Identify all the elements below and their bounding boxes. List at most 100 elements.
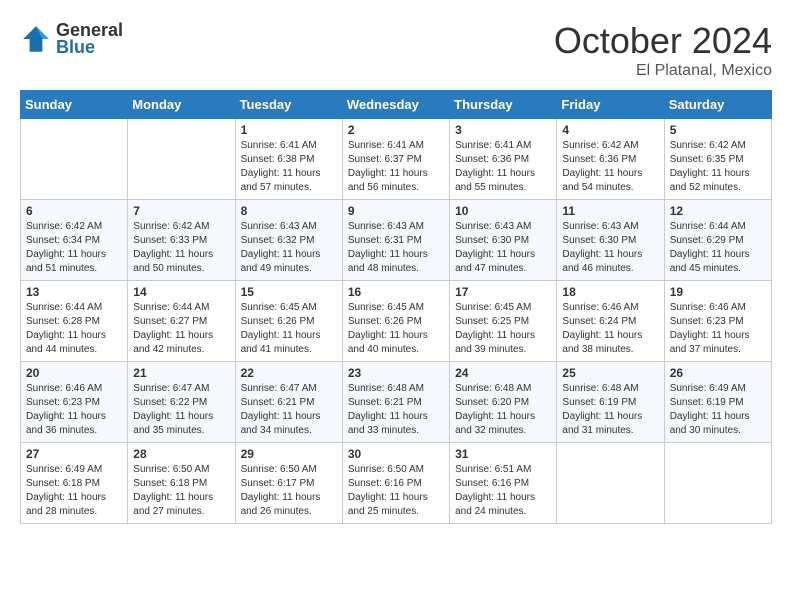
day-info: Sunrise: 6:43 AMSunset: 6:30 PMDaylight:… — [455, 220, 551, 276]
week-row-5: 27 Sunrise: 6:49 AMSunset: 6:18 PMDayligh… — [21, 443, 772, 524]
day-info: Sunrise: 6:41 AMSunset: 6:37 PMDaylight:… — [348, 139, 444, 195]
day-number: 12 — [670, 204, 766, 218]
day-cell: 31 Sunrise: 6:51 AMSunset: 6:16 PMDayligh… — [450, 443, 557, 524]
day-info: Sunrise: 6:48 AMSunset: 6:20 PMDaylight:… — [455, 382, 551, 438]
day-info: Sunrise: 6:42 AMSunset: 6:34 PMDaylight:… — [26, 220, 122, 276]
day-number: 25 — [562, 366, 658, 380]
day-number: 1 — [241, 123, 337, 137]
day-cell: 2Sunrise: 6:41 AMSunset: 6:37 PMDaylight… — [342, 119, 449, 200]
day-cell — [128, 119, 235, 200]
day-cell: 27 Sunrise: 6:49 AMSunset: 6:18 PMDayligh… — [21, 443, 128, 524]
day-cell — [664, 443, 771, 524]
day-info: Sunrise: 6:48 AMSunset: 6:21 PMDaylight:… — [348, 382, 444, 438]
day-info: Sunrise: 6:50 AMSunset: 6:18 PMDaylight:… — [133, 463, 229, 519]
day-number: 7 — [133, 204, 229, 218]
day-info: Sunrise: 6:46 AMSunset: 6:23 PMDaylight:… — [26, 382, 122, 438]
day-cell: 18Sunrise: 6:46 AMSunset: 6:24 PMDayligh… — [557, 281, 664, 362]
day-number: 5 — [670, 123, 766, 137]
day-cell — [557, 443, 664, 524]
day-info: Sunrise: 6:48 AMSunset: 6:19 PMDaylight:… — [562, 382, 658, 438]
day-number: 31 — [455, 447, 551, 461]
day-number: 29 — [241, 447, 337, 461]
day-info: Sunrise: 6:51 AMSunset: 6:16 PMDaylight:… — [455, 463, 551, 519]
weekday-header-row: SundayMondayTuesdayWednesdayThursdayFrid… — [21, 91, 772, 119]
day-cell: 21 Sunrise: 6:47 AMSunset: 6:22 PMDayligh… — [128, 362, 235, 443]
day-info: Sunrise: 6:49 AMSunset: 6:18 PMDaylight:… — [26, 463, 122, 519]
day-info: Sunrise: 6:41 AMSunset: 6:38 PMDaylight:… — [241, 139, 337, 195]
day-cell: 3 Sunrise: 6:41 AMSunset: 6:36 PMDaylight… — [450, 119, 557, 200]
day-cell: 24 Sunrise: 6:48 AMSunset: 6:20 PMDayligh… — [450, 362, 557, 443]
day-number: 11 — [562, 204, 658, 218]
day-cell: 28Sunrise: 6:50 AMSunset: 6:18 PMDayligh… — [128, 443, 235, 524]
weekday-header-monday: Monday — [128, 91, 235, 119]
location: El Platanal, Mexico — [554, 62, 772, 80]
day-cell: 6Sunrise: 6:42 AMSunset: 6:34 PMDaylight… — [21, 200, 128, 281]
day-cell: 25 Sunrise: 6:48 AMSunset: 6:19 PMDayligh… — [557, 362, 664, 443]
day-number: 15 — [241, 285, 337, 299]
day-cell: 15 Sunrise: 6:45 AMSunset: 6:26 PMDayligh… — [235, 281, 342, 362]
day-number: 10 — [455, 204, 551, 218]
day-number: 14 — [133, 285, 229, 299]
day-info: Sunrise: 6:45 AMSunset: 6:26 PMDaylight:… — [241, 301, 337, 357]
day-cell: 29 Sunrise: 6:50 AMSunset: 6:17 PMDayligh… — [235, 443, 342, 524]
day-info: Sunrise: 6:44 AMSunset: 6:27 PMDaylight:… — [133, 301, 229, 357]
day-info: Sunrise: 6:45 AMSunset: 6:26 PMDaylight:… — [348, 301, 444, 357]
day-info: Sunrise: 6:47 AMSunset: 6:22 PMDaylight:… — [133, 382, 229, 438]
day-cell: 23 Sunrise: 6:48 AMSunset: 6:21 PMDayligh… — [342, 362, 449, 443]
day-info: Sunrise: 6:50 AMSunset: 6:17 PMDaylight:… — [241, 463, 337, 519]
week-row-1: 1 Sunrise: 6:41 AMSunset: 6:38 PMDaylight… — [21, 119, 772, 200]
day-info: Sunrise: 6:43 AMSunset: 6:31 PMDaylight:… — [348, 220, 444, 276]
day-number: 24 — [455, 366, 551, 380]
day-info: Sunrise: 6:50 AMSunset: 6:16 PMDaylight:… — [348, 463, 444, 519]
title-block: October 2024 El Platanal, Mexico — [554, 20, 772, 80]
day-info: Sunrise: 6:41 AMSunset: 6:36 PMDaylight:… — [455, 139, 551, 195]
day-number: 8 — [241, 204, 337, 218]
week-row-3: 13Sunrise: 6:44 AMSunset: 6:28 PMDayligh… — [21, 281, 772, 362]
day-number: 23 — [348, 366, 444, 380]
day-cell: 11 Sunrise: 6:43 AMSunset: 6:30 PMDayligh… — [557, 200, 664, 281]
day-cell: 7 Sunrise: 6:42 AMSunset: 6:33 PMDaylight… — [128, 200, 235, 281]
day-info: Sunrise: 6:42 AMSunset: 6:33 PMDaylight:… — [133, 220, 229, 276]
day-number: 17 — [455, 285, 551, 299]
day-number: 3 — [455, 123, 551, 137]
day-cell: 9 Sunrise: 6:43 AMSunset: 6:31 PMDaylight… — [342, 200, 449, 281]
day-cell: 1 Sunrise: 6:41 AMSunset: 6:38 PMDaylight… — [235, 119, 342, 200]
day-number: 20 — [26, 366, 122, 380]
weekday-header-wednesday: Wednesday — [342, 91, 449, 119]
day-number: 9 — [348, 204, 444, 218]
day-info: Sunrise: 6:42 AMSunset: 6:36 PMDaylight:… — [562, 139, 658, 195]
week-row-2: 6Sunrise: 6:42 AMSunset: 6:34 PMDaylight… — [21, 200, 772, 281]
day-cell: 17 Sunrise: 6:45 AMSunset: 6:25 PMDayligh… — [450, 281, 557, 362]
day-number: 27 — [26, 447, 122, 461]
weekday-header-thursday: Thursday — [450, 91, 557, 119]
weekday-header-friday: Friday — [557, 91, 664, 119]
day-number: 19 — [670, 285, 766, 299]
day-info: Sunrise: 6:43 AMSunset: 6:30 PMDaylight:… — [562, 220, 658, 276]
day-info: Sunrise: 6:49 AMSunset: 6:19 PMDaylight:… — [670, 382, 766, 438]
day-cell: 5 Sunrise: 6:42 AMSunset: 6:35 PMDaylight… — [664, 119, 771, 200]
month-title: October 2024 — [554, 20, 772, 62]
day-number: 26 — [670, 366, 766, 380]
day-cell: 10 Sunrise: 6:43 AMSunset: 6:30 PMDayligh… — [450, 200, 557, 281]
day-info: Sunrise: 6:46 AMSunset: 6:23 PMDaylight:… — [670, 301, 766, 357]
day-cell: 20 Sunrise: 6:46 AMSunset: 6:23 PMDayligh… — [21, 362, 128, 443]
day-cell: 12Sunrise: 6:44 AMSunset: 6:29 PMDayligh… — [664, 200, 771, 281]
day-cell: 30 Sunrise: 6:50 AMSunset: 6:16 PMDayligh… — [342, 443, 449, 524]
day-number: 13 — [26, 285, 122, 299]
day-number: 4 — [562, 123, 658, 137]
day-info: Sunrise: 6:45 AMSunset: 6:25 PMDaylight:… — [455, 301, 551, 357]
day-info: Sunrise: 6:42 AMSunset: 6:35 PMDaylight:… — [670, 139, 766, 195]
logo: General Blue — [20, 20, 123, 58]
day-info: Sunrise: 6:46 AMSunset: 6:24 PMDaylight:… — [562, 301, 658, 357]
day-number: 22 — [241, 366, 337, 380]
day-cell: 13Sunrise: 6:44 AMSunset: 6:28 PMDayligh… — [21, 281, 128, 362]
day-cell: 19 Sunrise: 6:46 AMSunset: 6:23 PMDayligh… — [664, 281, 771, 362]
day-cell: 26 Sunrise: 6:49 AMSunset: 6:19 PMDayligh… — [664, 362, 771, 443]
day-cell — [21, 119, 128, 200]
day-cell: 4 Sunrise: 6:42 AMSunset: 6:36 PMDaylight… — [557, 119, 664, 200]
day-number: 30 — [348, 447, 444, 461]
day-cell: 22Sunrise: 6:47 AMSunset: 6:21 PMDayligh… — [235, 362, 342, 443]
day-number: 21 — [133, 366, 229, 380]
day-info: Sunrise: 6:43 AMSunset: 6:32 PMDaylight:… — [241, 220, 337, 276]
weekday-header-sunday: Sunday — [21, 91, 128, 119]
